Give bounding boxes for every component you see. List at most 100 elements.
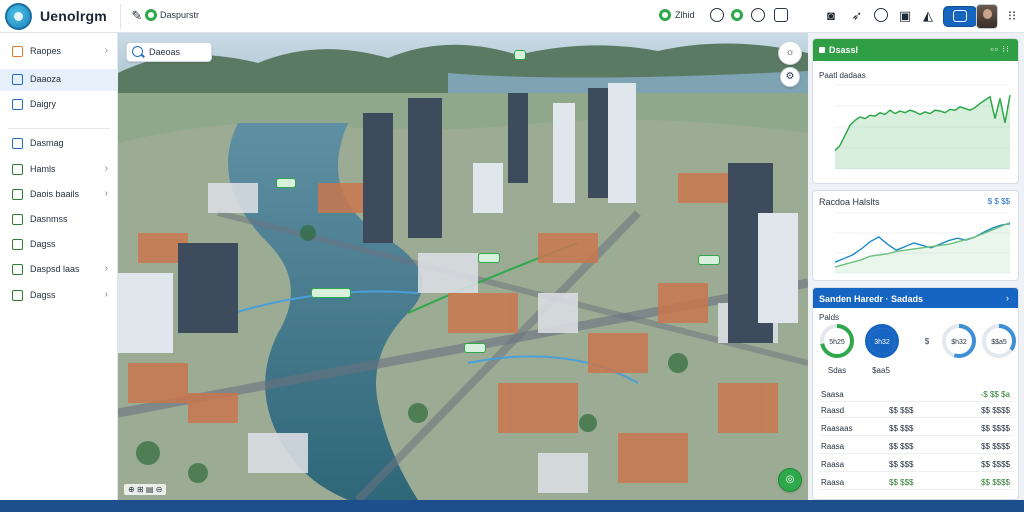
- sidebar-item-label: Raopes: [30, 46, 62, 56]
- table-row[interactable]: Raasd $$ $$$ $$ $$$$: [819, 404, 1014, 418]
- list-icon: [12, 164, 23, 175]
- layers-icon[interactable]: ◭: [919, 7, 937, 25]
- panel-values: $ $ $$: [987, 197, 1010, 206]
- map-search-label: Daeoas: [149, 47, 181, 57]
- table-row[interactable]: Raasaas $$ $$$ $$ $$$$: [819, 422, 1014, 436]
- locate-me-icon[interactable]: ◎: [778, 468, 802, 492]
- camera-icon[interactable]: ◙: [822, 7, 840, 25]
- map-marker[interactable]: [464, 343, 486, 353]
- sidebar: Raopes › Daaoza Daigry Dasmag Hamls › Da…: [0, 33, 118, 500]
- sidebar-item-label: Dagss: [30, 239, 56, 249]
- check-icon: [12, 290, 23, 301]
- sidebar-item-8[interactable]: Dagss: [0, 234, 118, 256]
- sidebar-item-label: Dasmag: [30, 138, 64, 148]
- table-row[interactable]: Raasa $$ $$$ $$ $$$$: [819, 440, 1014, 454]
- panel-subtitle: Paatl dadaas: [819, 71, 866, 80]
- online-dot-icon: [659, 9, 671, 21]
- traffic-panel: Dsassl ▫▫ ⁝⁝ Paatl dadaas: [812, 38, 1019, 184]
- sidebar-item-label: Dasnmss: [30, 214, 68, 224]
- panel-title: Dsassl: [829, 45, 859, 55]
- sidebar-item-9[interactable]: Daspsd laas ›: [0, 259, 118, 281]
- panel-title: Racdoa Halslts: [819, 197, 880, 207]
- weather-icon[interactable]: ☼: [778, 41, 802, 65]
- sidebar-item-10[interactable]: Dagss ›: [0, 285, 118, 307]
- timer-icon[interactable]: [751, 8, 765, 22]
- clock-icon[interactable]: [874, 8, 888, 22]
- flow-panel: Racdoa Halslts $ $ $$: [812, 190, 1019, 281]
- check-icon: [12, 138, 23, 149]
- map-marker[interactable]: [311, 288, 351, 298]
- sidebar-item-label: Daois baails: [30, 189, 80, 199]
- stats-panel: Sanden Haredr · Sadads › Palds 5h25 3h32 $…: [812, 287, 1019, 500]
- sidebar-item-7[interactable]: Dasnmss: [0, 209, 118, 231]
- sidebar-item-1[interactable]: Raopes ›: [0, 41, 118, 63]
- status-dot-icon: [145, 9, 157, 21]
- check-icon: [12, 239, 23, 250]
- sidebar-item-2[interactable]: Daaoza: [0, 69, 118, 91]
- chevron-right-icon: ›: [104, 163, 108, 174]
- settings-icon[interactable]: ⚙: [780, 67, 800, 87]
- panel-icon: [819, 47, 825, 53]
- check-icon: [12, 214, 23, 225]
- box-icon: [12, 189, 23, 200]
- divider: [8, 128, 110, 129]
- list-icon: [12, 264, 23, 275]
- panel-title: Sanden Haredr · Sadads: [819, 294, 924, 304]
- clipboard-icon[interactable]: [774, 8, 788, 22]
- sidebar-item-6[interactable]: Daois baails ›: [0, 184, 118, 206]
- app-logo-icon[interactable]: [5, 3, 32, 30]
- breadcrumb[interactable]: Daspurstr: [160, 10, 199, 20]
- city-map-view[interactable]: Daeoas ☼ ⚙ ◎ ⊕ ⊞ ▤ ⊖: [118, 33, 808, 500]
- map-marker[interactable]: [698, 255, 720, 265]
- table-row[interactable]: Raasa $$ $$$ $$ $$$$: [819, 458, 1014, 472]
- chevron-right-icon[interactable]: ›: [1006, 293, 1010, 303]
- chevron-right-icon: ›: [104, 289, 108, 300]
- map-canvas: [118, 33, 808, 500]
- map-controls-footer[interactable]: ⊕ ⊞ ▤ ⊖: [124, 484, 167, 495]
- sidebar-item-label: Dagss: [30, 290, 56, 300]
- donut-center-text: $: [925, 337, 930, 346]
- panel-header: Dsassl ▫▫ ⁝⁝: [813, 39, 1018, 61]
- app-brand: Uenolrgm: [40, 8, 107, 24]
- panel-menu-icon[interactable]: ▫▫ ⁝⁝: [990, 44, 1010, 55]
- map-marker[interactable]: [276, 178, 296, 188]
- map-marker[interactable]: [514, 50, 526, 60]
- sidebar-item-3[interactable]: Daigry: [0, 94, 118, 116]
- sidebar-item-label: Daaoza: [30, 74, 62, 84]
- layers-icon: [12, 46, 23, 57]
- divider: [120, 4, 121, 29]
- sync-icon[interactable]: [731, 9, 743, 21]
- donut-label: Sdas: [827, 366, 847, 375]
- donut-row: 5h25 3h32 $ $h32 $$a5: [820, 324, 1016, 358]
- flow-line-chart: [834, 212, 1011, 274]
- user-avatar[interactable]: [976, 4, 998, 29]
- sidebar-item-4[interactable]: Dasmag: [0, 133, 118, 155]
- search-icon: [132, 46, 143, 57]
- map-pin-icon: [12, 74, 23, 85]
- chevron-right-icon: ›: [104, 188, 108, 199]
- donut-center-text: $$a5: [991, 339, 1007, 346]
- rocket-icon[interactable]: ➶: [848, 7, 866, 25]
- status-text: Zlhid: [675, 10, 695, 20]
- top-bar: Uenolrgm ✎ Daspurstr Zlhid ◙ ➶ ▣ ◭ ⁝⁝: [0, 0, 1024, 33]
- donut-label: $aa5: [872, 366, 890, 375]
- info-icon[interactable]: [710, 8, 724, 22]
- monitor-icon: [953, 10, 967, 22]
- table-row[interactable]: Saasa -$ $$ $a: [819, 388, 1014, 402]
- chevron-right-icon: ›: [104, 263, 108, 274]
- panel-header[interactable]: Sanden Haredr · Sadads ›: [813, 288, 1018, 308]
- sidebar-item-label: Hamls: [30, 164, 56, 174]
- donut-center-text: 5h25: [829, 339, 845, 346]
- chat-icon[interactable]: ▣: [896, 7, 914, 25]
- map-search-box[interactable]: Daeoas: [126, 42, 212, 62]
- sidebar-item-5[interactable]: Hamls ›: [0, 159, 118, 181]
- sidebar-item-label: Daigry: [30, 99, 57, 109]
- map-marker[interactable]: [478, 253, 500, 263]
- table-row[interactable]: Raasa $$ $$$ $$ $$$$: [819, 476, 1014, 490]
- pen-icon[interactable]: ✎: [128, 7, 146, 25]
- traffic-area-chart: [834, 84, 1011, 170]
- grid-menu-icon[interactable]: ⁝⁝: [1003, 7, 1021, 25]
- bottom-status-bar: [0, 500, 1024, 512]
- chevron-right-icon: ›: [104, 45, 108, 56]
- display-mode-button[interactable]: [943, 6, 977, 27]
